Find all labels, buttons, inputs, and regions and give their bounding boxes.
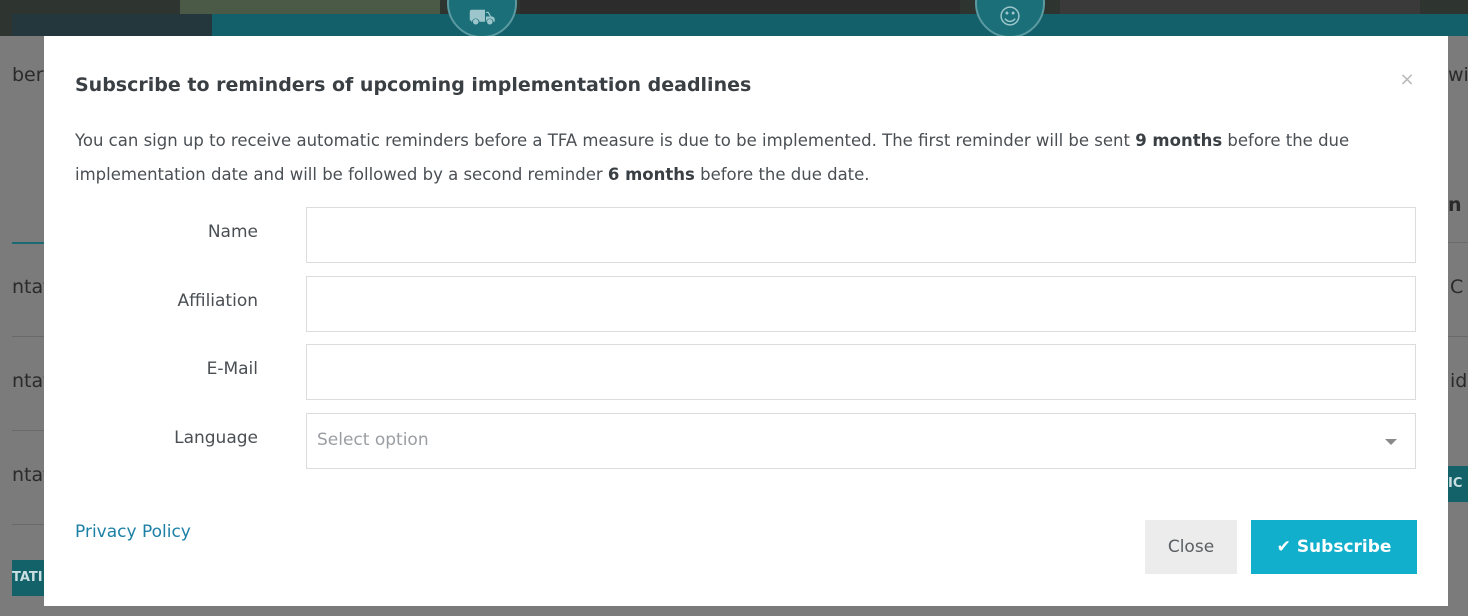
affiliation-label: Affiliation xyxy=(177,291,259,311)
modal-title: Subscribe to reminders of upcoming imple… xyxy=(75,74,752,96)
background-right-column: wi n C id IC xyxy=(1448,36,1468,616)
close-icon[interactable]: × xyxy=(1397,70,1417,90)
background-text-fragment: n xyxy=(1448,194,1462,216)
description-text: You can sign up to receive automatic rem… xyxy=(75,131,1136,150)
divider xyxy=(12,524,44,525)
background-left-column: ber ntat ntat ntat TATI xyxy=(12,36,51,616)
subscribe-button[interactable]: ✔ Subscribe xyxy=(1251,520,1417,574)
subscribe-modal: Subscribe to reminders of upcoming imple… xyxy=(44,36,1448,606)
language-select[interactable]: Select option xyxy=(306,413,1416,469)
divider xyxy=(12,336,44,337)
background-text-fragment: TATI xyxy=(12,560,44,596)
checkmark-icon: ✔ xyxy=(1276,537,1291,557)
background-text-fragment: ber xyxy=(12,64,44,86)
first-reminder-period: 9 months xyxy=(1135,131,1223,150)
email-label: E-Mail xyxy=(206,359,258,379)
modal-description: You can sign up to receive automatic rem… xyxy=(75,124,1415,192)
background-text-fragment: IC xyxy=(1448,466,1468,502)
background-teal-strip xyxy=(212,14,1468,36)
email-row: E-Mail xyxy=(44,344,1448,400)
close-button[interactable]: Close xyxy=(1145,520,1237,574)
background-text-fragment: wi xyxy=(1448,64,1468,86)
background-text-fragment: id xyxy=(1450,370,1468,392)
second-reminder-period: 6 months xyxy=(607,165,695,184)
language-placeholder: Select option xyxy=(317,430,429,450)
language-label: Language xyxy=(174,428,258,448)
language-row: Language Select option xyxy=(44,413,1448,469)
name-row: Name xyxy=(44,207,1448,263)
divider xyxy=(12,430,44,431)
background-text-fragment: C xyxy=(1450,276,1464,298)
divider xyxy=(1448,242,1468,243)
description-text: before the due date. xyxy=(694,165,870,184)
email-input[interactable] xyxy=(306,344,1416,400)
subscribe-label: Subscribe xyxy=(1296,537,1392,557)
background-tab xyxy=(12,14,212,36)
divider xyxy=(1448,336,1468,337)
divider xyxy=(12,242,44,244)
affiliation-row: Affiliation xyxy=(44,276,1448,332)
chevron-down-icon xyxy=(1385,439,1397,445)
privacy-policy-link[interactable]: Privacy Policy xyxy=(75,522,191,542)
name-label: Name xyxy=(207,222,258,242)
affiliation-input[interactable] xyxy=(306,276,1416,332)
name-input[interactable] xyxy=(306,207,1416,263)
